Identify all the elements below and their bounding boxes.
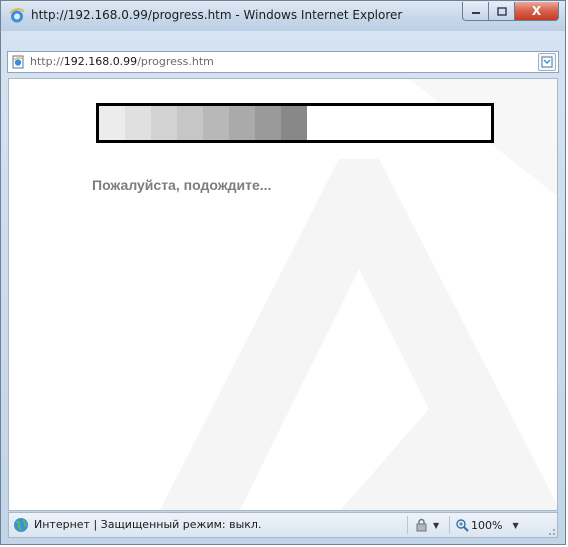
minimize-button[interactable] [462,2,489,21]
ie-logo-icon [9,8,24,23]
status-divider [449,516,450,534]
close-icon: X [531,4,542,18]
progress-segment [151,106,177,140]
wait-message: Пожалуйста, подождите... [92,177,272,193]
status-bar: Интернет | Защищенный режим: выкл. ▼ 100… [8,512,558,538]
caption-buttons: X [462,2,559,21]
chevron-down-icon: ▼ [512,520,519,530]
security-button[interactable]: ▼ [415,517,439,533]
progress-fill [99,106,307,140]
url-host: 192.168.0.99 [63,55,138,68]
compatibility-view-icon [541,56,553,68]
progress-segment [229,106,255,140]
progress-bar [96,103,494,143]
address-bar[interactable]: http://192.168.0.99/progress.htm [7,51,559,73]
progress-segment [177,106,203,140]
status-zone-text[interactable]: Интернет | Защищенный режим: выкл. [34,518,261,531]
minimize-icon [471,12,480,14]
watermark-logo [160,79,557,510]
browser-window: http://192.168.0.99/progress.htm - Windo… [0,0,566,545]
globe-icon [14,518,28,532]
progress-segment [99,106,125,140]
page-icon [12,55,24,69]
page-content: Пожалуйста, подождите... [8,78,558,511]
progress-segment [125,106,151,140]
progress-segment [281,106,307,140]
maximize-button[interactable] [489,2,515,21]
chevron-down-icon: ▼ [433,520,440,530]
status-divider [407,516,408,534]
maximize-icon [496,6,507,16]
url-path: /progress.htm [137,55,214,68]
progress-segment [255,106,281,140]
security-lock-icon [416,518,427,532]
title-bar[interactable]: http://192.168.0.99/progress.htm - Windo… [1,1,565,31]
zoom-level: 100% [471,518,503,532]
url-scheme: http:// [30,55,64,68]
zoom-button[interactable]: 100% ▼ [455,517,519,533]
compatibility-view-button[interactable] [538,53,556,71]
address-url[interactable]: http://192.168.0.99/progress.htm [30,55,214,68]
resize-grip-icon[interactable] [546,526,556,536]
window-title: http://192.168.0.99/progress.htm - Windo… [31,8,403,22]
close-button[interactable]: X [515,2,559,21]
zoom-icon [456,519,469,532]
progress-segment [203,106,229,140]
